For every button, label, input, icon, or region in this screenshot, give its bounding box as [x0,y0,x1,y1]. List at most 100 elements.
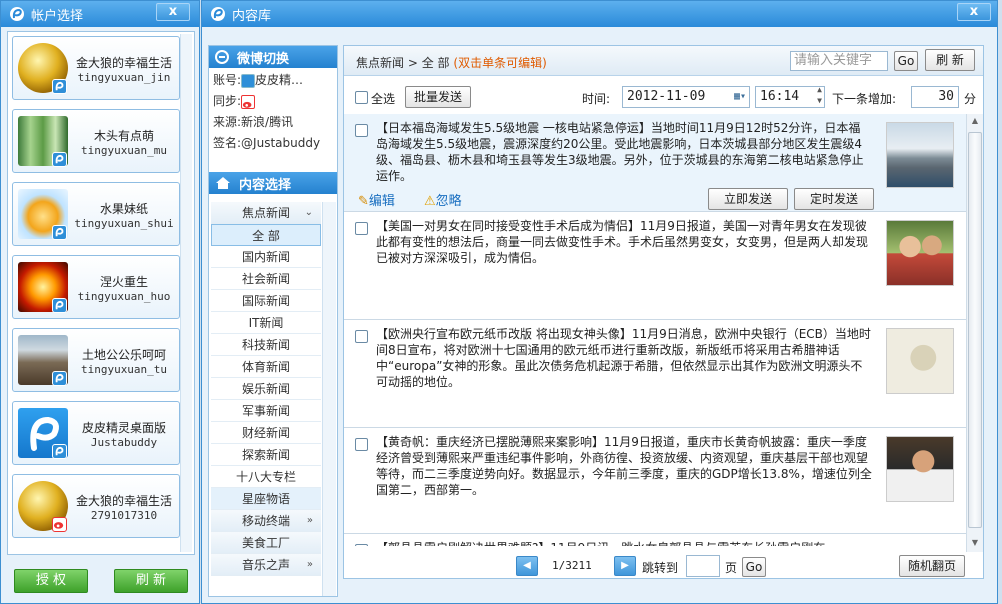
account-info: 账号: 皮皮精… 同步: 来源: 新浪/腾讯 签名: @Justabuddy [209,68,337,156]
breadcrumb-separator: > [407,56,418,70]
chevron-down-icon[interactable]: ⌄ [305,202,313,224]
news-item-checkbox[interactable] [355,124,368,137]
news-item[interactable]: 【欧洲央行宣布欧元纸币改版 将出现女神头像】11月9日消息，欧洲中央银行（ECB… [344,320,966,428]
feed-scroll-thumb[interactable] [968,132,982,528]
category-item[interactable]: 国内新闻 [211,246,321,268]
double-chevron-right-icon[interactable]: » [307,554,313,576]
account-window-close-button[interactable]: x [156,3,190,21]
content-window-titlebar: 内容库 [202,1,997,27]
main-topbar: 焦点新闻 > 全 部 (双击单条可编辑) 请输入关键字 Go 刷 新 [344,46,983,76]
category-item[interactable]: IT新闻 [211,312,321,334]
account-item[interactable]: 木头有点萌 tingyuxuan_mu [12,109,180,173]
batch-send-button[interactable]: 批量发送 [405,86,471,108]
category-item[interactable]: 十八大专栏 [211,466,321,488]
news-item[interactable]: 【日本福岛海域发生5.5级地震 一核电站紧急停运】当地时间11月9日12时52分… [344,114,966,212]
date-picker[interactable]: 2012-11-09 ▦▾ [622,86,750,108]
calendar-dropdown-icon[interactable]: ▦▾ [734,87,746,107]
account-item[interactable]: 金大狼的幸福生活 2791017310 [12,474,180,538]
category-label: 探索新闻 [241,448,290,462]
select-all-checkbox[interactable] [355,91,368,104]
random-page-button[interactable]: 随机翻页 [899,555,965,577]
page-unit: 页 [725,561,738,575]
news-item-checkbox[interactable] [355,544,368,546]
category-item[interactable]: 焦点新闻 ⌄ [211,202,321,224]
scroll-up-icon[interactable]: ▲ [969,116,981,128]
pagination: ◀ 1/3211 ▶ 跳转到 页 Go 随机翻页 [344,552,985,580]
category-item[interactable]: 美食工厂 [211,532,321,554]
account-item[interactable]: 土地公公乐呵呵 tingyuxuan_tu [12,328,180,392]
category-label: 国际新闻 [241,294,290,308]
sync-label: 同步: [213,94,242,108]
news-item-checkbox[interactable] [355,330,368,343]
signature-label: 签名: [213,136,242,150]
account-id: tingyuxuan_shui [74,217,174,230]
category-item[interactable]: 移动终端 » [211,510,321,532]
category-item[interactable]: 体育新闻 [211,356,321,378]
ignore-action[interactable]: ⚠忽略 [424,190,462,209]
news-feed: 【日本福岛海域发生5.5级地震 一核电站紧急停运】当地时间11月9日12时52分… [344,114,966,546]
tencent-icon [241,73,256,88]
official-photo [886,436,954,502]
account-name: 水果妹纸 [99,202,148,216]
next-add-input[interactable]: 30 [911,86,959,108]
category-scrollbar[interactable] [322,202,336,596]
next-page-icon[interactable]: ▶ [614,556,636,576]
timed-send-button[interactable]: 定时发送 [794,188,874,210]
nuclear-plant-photo [886,122,954,188]
news-item-checkbox[interactable] [355,222,368,235]
category-item[interactable]: 娱乐新闻 [211,378,321,400]
main-refresh-button[interactable]: 刷 新 [925,49,975,71]
weibo-switch-header[interactable]: 微博切换 [209,46,337,68]
account-item[interactable]: 水果妹纸 tingyuxuan_shui [12,182,180,246]
left-panel: 微博切换 账号: 皮皮精… 同步: 来源: 新浪/腾讯 签名: @Justabudd… [208,45,338,597]
news-item[interactable]: 【黄奇帆：重庆经济已摆脱薄熙来案影响】11月9日报道，重庆市长黄奇帆披露：重庆一… [344,428,966,534]
account-item[interactable]: 皮皮精灵桌面版 Justabuddy [12,401,180,465]
account-item[interactable]: 涅火重生 tingyuxuan_huo [12,255,180,319]
prev-page-icon[interactable]: ◀ [516,556,538,576]
category-item[interactable]: 军事新闻 [211,400,321,422]
stepper-arrows-icon[interactable]: ▲ ▼ [817,84,822,106]
category-label: 军事新闻 [241,404,290,418]
category-label: 科技新闻 [241,338,290,352]
tencent-badge-icon [52,79,67,94]
category-item[interactable]: 国际新闻 [211,290,321,312]
time-stepper[interactable]: 16:14 ▲ ▼ [755,84,825,108]
news-item[interactable]: 【郭晶晶霍启刚解决世界难题?】11月9日讯，跳水女皇郭晶晶与霍英东长孙霍启刚在 [344,534,966,546]
page-info: 1/3211 [552,559,592,572]
double-chevron-right-icon[interactable]: » [307,510,313,532]
category-item[interactable]: 探索新闻 [211,444,321,466]
category-item[interactable]: 全 部 [211,224,321,246]
jump-go-button[interactable]: Go [742,557,766,577]
jump-page-input[interactable] [686,555,720,577]
scroll-down-icon[interactable]: ▼ [969,538,981,550]
account-name: 涅火重生 [99,275,148,289]
tencent-badge-icon [52,152,67,167]
account-name: 金大狼的幸福生活 [75,56,172,70]
main-toolbar: 全选 批量发送 时间: 2012-11-09 ▦▾ 16:14 ▲ ▼ 下一条增加: … [344,82,985,110]
weibo-badge-icon [52,517,67,532]
search-input[interactable]: 请输入关键字 [790,51,888,71]
account-list-scrollbar[interactable] [180,34,192,552]
category-label: 美食工厂 [241,536,290,550]
edit-action[interactable]: ✎编辑 [358,190,395,209]
time-value: 16:14 [760,89,800,104]
weibo-icon[interactable] [241,94,256,109]
authorize-button[interactable]: 授 权 [14,569,88,593]
category-label: 娱乐新闻 [241,382,290,396]
send-now-button[interactable]: 立即发送 [708,188,788,210]
search-go-button[interactable]: Go [894,51,918,71]
news-item-checkbox[interactable] [355,438,368,451]
feed-scrollbar[interactable]: ▲ ▼ [966,114,983,552]
category-item[interactable]: 社会新闻 [211,268,321,290]
category-item[interactable]: 财经新闻 [211,422,321,444]
account-id: tingyuxuan_mu [80,144,168,157]
account-item[interactable]: 金大狼的幸福生活 tingyuxuan_jin [12,36,180,100]
news-item[interactable]: 【美国一对男女在同时接受变性手术后成为情侣】11月9日报道，美国一对青年男女在发… [344,212,966,320]
content-window-close-button[interactable]: x [957,3,991,21]
account-refresh-button[interactable]: 刷 新 [114,569,188,593]
category-item[interactable]: 音乐之声 » [211,554,321,576]
category-item[interactable]: 科技新闻 [211,334,321,356]
ignore-label: 忽略 [435,194,462,209]
category-item[interactable]: 星座物语 [211,488,321,510]
breadcrumb-section[interactable]: 焦点新闻 [356,56,404,70]
